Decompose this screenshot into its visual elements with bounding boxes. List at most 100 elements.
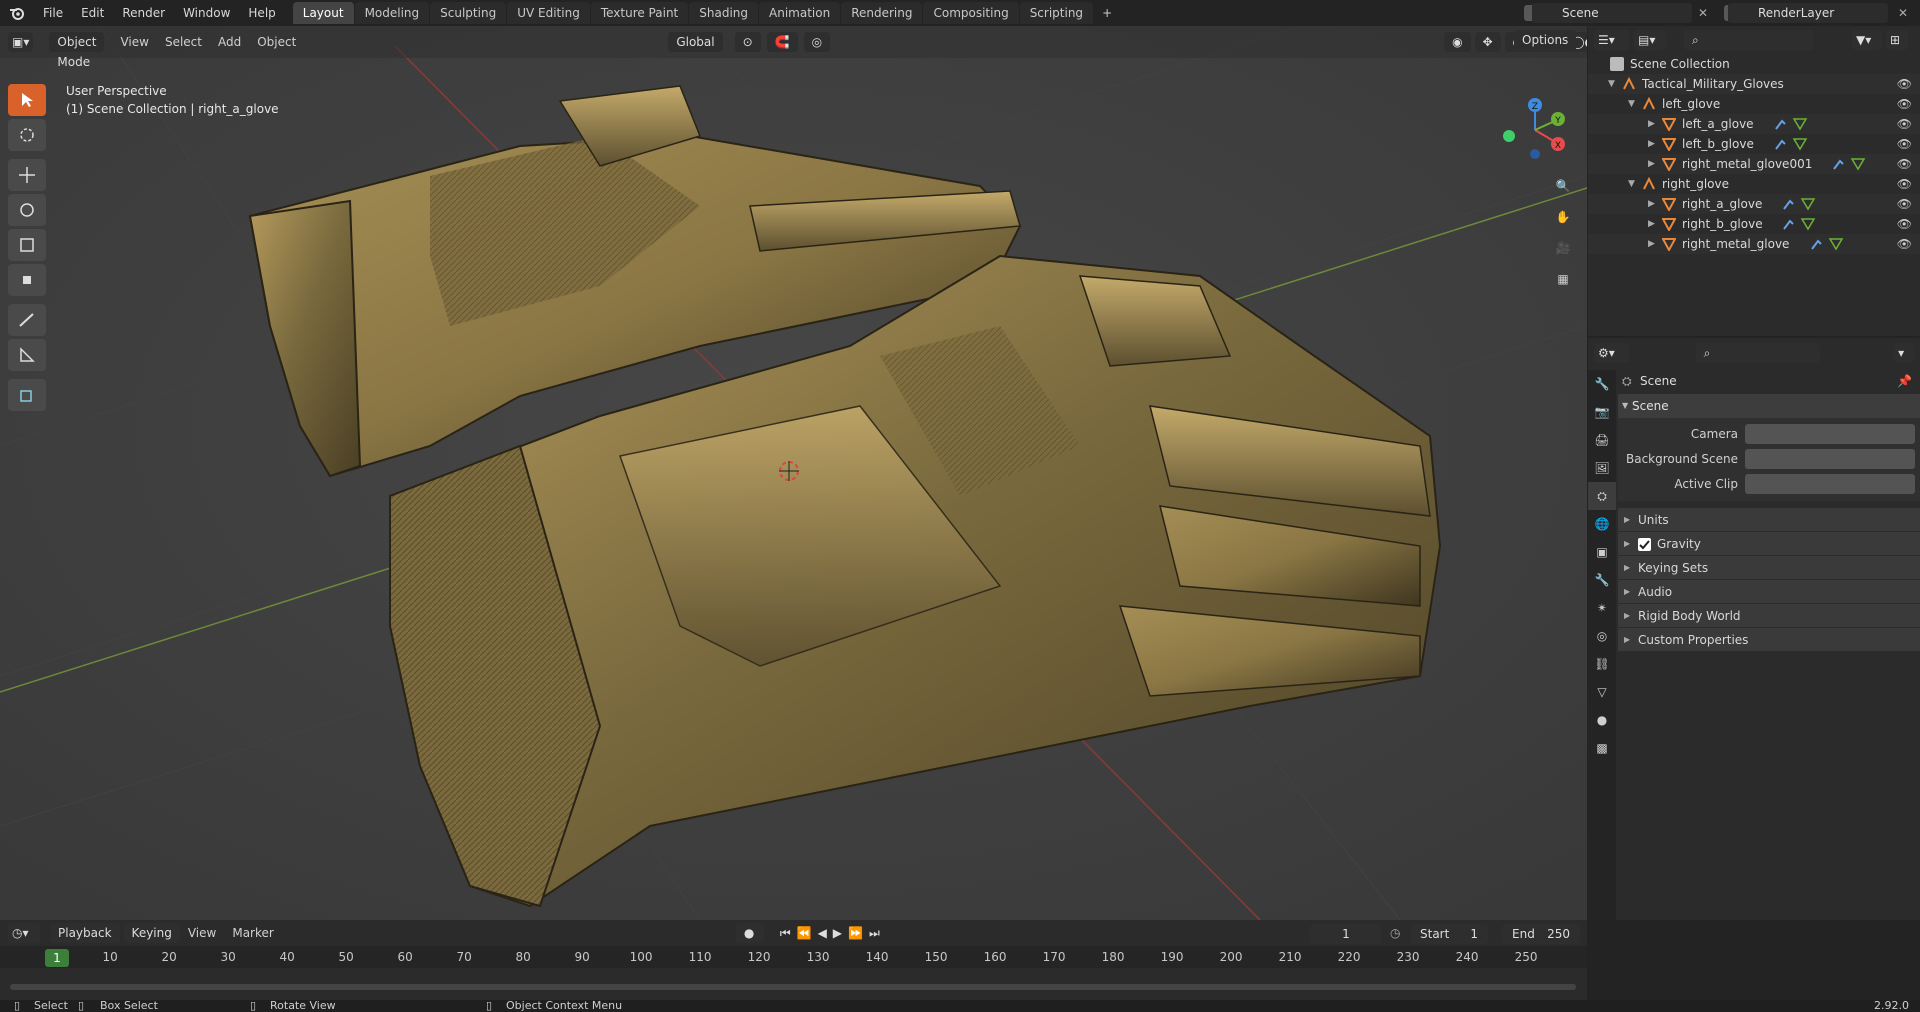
disclosure-triangle-icon[interactable]: ▶ — [1648, 234, 1655, 254]
outliner-row[interactable]: ▶ right_metal_glove001 👁 — [1588, 154, 1920, 174]
visibility-eye-icon[interactable]: 👁 — [1897, 234, 1912, 254]
keying-menu[interactable]: Keying — [123, 923, 180, 943]
tab-modeling[interactable]: Modeling — [354, 2, 430, 24]
rotate-tool[interactable] — [8, 194, 46, 226]
tab-animation[interactable]: Animation — [759, 2, 841, 24]
gravity-panel[interactable]: ▶ Gravity — [1618, 531, 1920, 555]
end-frame-field[interactable]: End 250 — [1502, 924, 1580, 944]
audio-panel[interactable]: ▶ Audio — [1618, 579, 1920, 603]
transform-tool[interactable] — [8, 264, 46, 296]
gravity-checkbox[interactable] — [1638, 538, 1651, 551]
visibility-eye-icon[interactable]: 👁 — [1897, 114, 1912, 134]
tab-sculpting[interactable]: Sculpting — [430, 2, 507, 24]
outliner-row[interactable]: ▶ left_b_glove 👁 — [1588, 134, 1920, 154]
outliner-root[interactable]: Scene Collection — [1588, 54, 1920, 74]
visibility-eye-icon[interactable]: 👁 — [1897, 94, 1912, 114]
object-tab-icon[interactable]: ▣ — [1588, 538, 1616, 566]
disclosure-triangle-icon[interactable]: ▶ — [1648, 194, 1655, 214]
menu-help[interactable]: Help — [239, 0, 284, 26]
visibility-icon[interactable]: ◉ — [1444, 32, 1471, 52]
tool-tab-icon[interactable]: 🔧 — [1588, 370, 1616, 398]
editor-type-button[interactable]: ◷▾ — [8, 923, 40, 943]
tab-scripting[interactable]: Scripting — [1019, 2, 1094, 24]
marker-menu[interactable]: Marker — [224, 926, 281, 940]
disclosure-triangle-icon[interactable]: ▼ — [1628, 174, 1635, 194]
timeline-view-menu[interactable]: View — [180, 926, 224, 940]
transform-orientation-select[interactable]: Global — [668, 32, 723, 52]
disclosure-triangle-icon[interactable]: ▶ — [1648, 134, 1655, 154]
gizmo-icon[interactable]: ✥ — [1474, 32, 1501, 52]
options-button[interactable]: Options — [1514, 30, 1577, 52]
pan-hand-icon[interactable]: ✋ — [1549, 203, 1577, 231]
filter-icon[interactable]: ▼▾ — [1852, 30, 1882, 50]
scene-tab-icon[interactable]: ⛭ — [1588, 482, 1616, 510]
close-icon[interactable]: ✕ — [1698, 6, 1708, 20]
new-collection-icon[interactable]: ⊞ — [1886, 30, 1908, 50]
cursor-tool[interactable] — [8, 119, 46, 151]
navigation-gizmo[interactable]: Z X Y — [1495, 90, 1575, 170]
view-layer-tab-icon[interactable]: 🖼 — [1588, 454, 1616, 482]
menu-render[interactable]: Render — [113, 0, 174, 26]
outliner-row[interactable]: ▶ right_a_glove 👁 — [1588, 194, 1920, 214]
blender-logo-icon[interactable] — [0, 0, 34, 26]
visibility-eye-icon[interactable]: 👁 — [1897, 154, 1912, 174]
tab-compositing[interactable]: Compositing — [923, 2, 1019, 24]
disclosure-triangle-icon[interactable]: ▶ — [1648, 114, 1655, 134]
modifier-and-mesh-data-icon[interactable] — [1810, 237, 1844, 257]
menu-view[interactable]: View — [112, 35, 156, 49]
tab-layout[interactable]: Layout — [292, 2, 354, 24]
menu-select[interactable]: Select — [157, 35, 210, 49]
annotate-tool[interactable] — [8, 304, 46, 336]
menu-window[interactable]: Window — [174, 0, 239, 26]
camera-view-icon[interactable]: 🎥 — [1549, 234, 1577, 262]
render-tab-icon[interactable]: 📷 — [1588, 398, 1616, 426]
rigid-body-world-panel[interactable]: ▶ Rigid Body World — [1618, 603, 1920, 627]
clock-icon[interactable]: ◷ — [1390, 926, 1400, 940]
units-panel[interactable]: ▶ Units — [1618, 507, 1920, 531]
tab-shading[interactable]: Shading — [689, 2, 758, 24]
start-frame-field[interactable]: Start 1 — [1410, 924, 1488, 944]
background-scene-field[interactable] — [1745, 449, 1915, 469]
outliner-row[interactable]: ▶ right_b_glove 👁 — [1588, 214, 1920, 234]
disclosure-triangle-icon[interactable]: ▶ — [1648, 214, 1655, 234]
keying-sets-panel[interactable]: ▶ Keying Sets — [1618, 555, 1920, 579]
move-tool[interactable] — [8, 159, 46, 191]
perspective-grid-icon[interactable]: ▦ — [1549, 265, 1577, 293]
menu-edit[interactable]: Edit — [72, 0, 113, 26]
scene-name-field[interactable]: Scene — [1532, 3, 1692, 23]
display-mode-icon[interactable]: ▤▾ — [1634, 30, 1666, 50]
editor-type-button[interactable]: ▣▾ — [8, 32, 34, 52]
tab-texture-paint[interactable]: Texture Paint — [590, 2, 689, 24]
visibility-eye-icon[interactable]: 👁 — [1897, 174, 1912, 194]
mode-select[interactable]: Object Mode — [49, 32, 105, 69]
physics-tab-icon[interactable]: ◎ — [1588, 622, 1616, 650]
timeline-scrollbar[interactable] — [10, 984, 1576, 990]
close-icon[interactable]: ✕ — [1898, 6, 1908, 20]
editor-type-button[interactable]: ⚙▾ — [1594, 343, 1630, 363]
visibility-eye-icon[interactable]: 👁 — [1897, 194, 1912, 214]
outliner-row[interactable]: ▼ right_glove 👁 — [1588, 174, 1920, 194]
menu-file[interactable]: File — [34, 0, 72, 26]
3d-viewport[interactable]: ▣▾ Object Mode View Select Add Object Gl… — [0, 26, 1587, 920]
visibility-eye-icon[interactable]: 👁 — [1897, 214, 1912, 234]
properties-search-input[interactable]: ⌕ — [1695, 343, 1821, 363]
visibility-eye-icon[interactable]: 👁 — [1897, 134, 1912, 154]
snap-icon[interactable]: 🧲 — [766, 32, 798, 52]
disclosure-triangle-icon[interactable]: ▶ — [1648, 154, 1655, 174]
tab-rendering[interactable]: Rendering — [841, 2, 923, 24]
record-icon[interactable]: ● — [735, 923, 764, 943]
pivot-point-icon[interactable]: ⊙ — [734, 32, 761, 52]
constraints-tab-icon[interactable]: ⛓ — [1588, 650, 1616, 678]
custom-properties-panel[interactable]: ▶ Custom Properties — [1618, 627, 1920, 651]
modifier-tab-icon[interactable]: 🔧 — [1588, 566, 1616, 594]
tab-uv-editing[interactable]: UV Editing — [507, 2, 590, 24]
material-tab-icon[interactable]: ● — [1588, 706, 1616, 734]
outliner-row[interactable]: ▼ left_glove 👁 — [1588, 94, 1920, 114]
disclosure-triangle-icon[interactable]: ▼ — [1608, 74, 1615, 94]
proportional-edit-icon[interactable]: ◎ — [803, 32, 831, 52]
playhead-frame[interactable]: 1 — [45, 949, 69, 967]
menu-add[interactable]: Add — [210, 35, 249, 49]
add-workspace-button[interactable]: + — [1094, 2, 1120, 24]
menu-object[interactable]: Object — [249, 35, 304, 49]
particles-tab-icon[interactable]: ✴ — [1588, 594, 1616, 622]
